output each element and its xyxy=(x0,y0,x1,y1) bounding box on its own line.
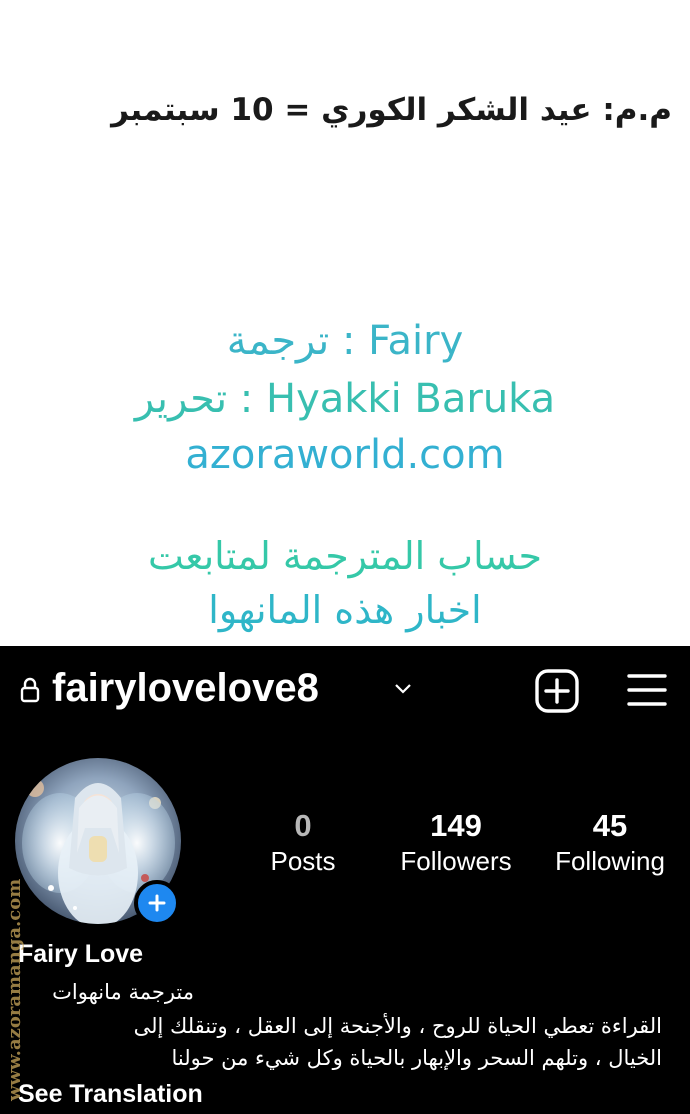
menu-icon[interactable] xyxy=(626,670,668,710)
credit-translation: ترجمة : Fairy xyxy=(226,318,464,364)
profile-name: Fairy Love xyxy=(18,940,144,968)
instagram-profile: fairylovelove8 0 Posts 149 Followers 45 … xyxy=(0,646,690,1114)
see-translation-link[interactable]: See Translation xyxy=(18,1080,203,1109)
followers-label: Followers xyxy=(400,846,512,876)
bio-line: القراءة تعطي الحياة للروح ، والأجنحة إلى… xyxy=(133,1014,662,1038)
lock-icon xyxy=(20,677,40,703)
credit-follow-line1: حساب المترجمة لمتابعت xyxy=(147,534,543,578)
followers-count: 149 xyxy=(430,808,482,843)
bio-line: الخيال ، وتلهم السحر والإبهار بالحياة وك… xyxy=(171,1046,662,1070)
credits-panel: م.م: عيد الشكر الكوري = 10 سبتمبر ترجمة … xyxy=(0,0,690,646)
translator-note: م.م: عيد الشكر الكوري = 10 سبتمبر xyxy=(111,92,672,128)
stat-followers[interactable]: 149 Followers xyxy=(388,808,524,878)
posts-label: Posts xyxy=(270,846,336,876)
new-post-icon[interactable] xyxy=(534,668,580,714)
following-label: Following xyxy=(555,846,665,876)
stat-posts[interactable]: 0 Posts xyxy=(250,808,356,878)
add-story-icon xyxy=(148,894,166,912)
username[interactable]: fairylovelove8 xyxy=(52,666,319,711)
bio-line: مترجمة مانهوات xyxy=(52,980,194,1004)
add-story-button[interactable] xyxy=(134,880,180,926)
credit-website: azoraworld.com xyxy=(185,432,505,478)
following-count: 45 xyxy=(592,808,628,843)
posts-count: 0 xyxy=(294,808,312,843)
chevron-down-icon[interactable] xyxy=(394,682,412,696)
profile-top-bar: fairylovelove8 xyxy=(0,646,690,736)
stat-following[interactable]: 45 Following xyxy=(540,808,680,878)
credit-editing: تحرير : Hyakki Baruka xyxy=(134,376,556,422)
site-watermark: www.azoramanga.com xyxy=(4,878,25,1102)
credit-follow-line2: اخبار هذه المانهوا xyxy=(208,588,482,632)
